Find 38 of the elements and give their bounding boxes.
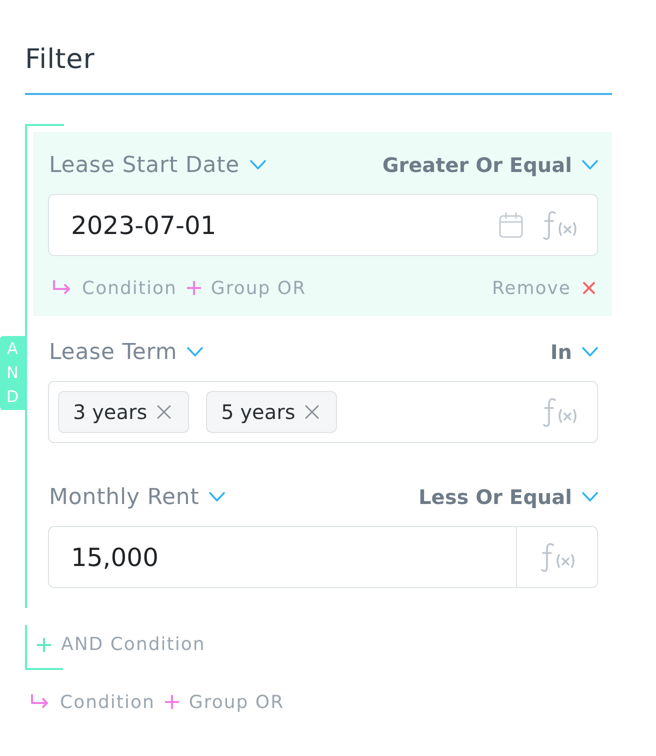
function-icon[interactable] bbox=[541, 210, 577, 240]
function-icon bbox=[539, 542, 575, 572]
chevron-down-icon bbox=[582, 492, 598, 502]
tag-chip: 3 years bbox=[58, 391, 190, 433]
formula-button[interactable] bbox=[516, 527, 597, 587]
chevron-down-icon bbox=[582, 160, 598, 170]
chevron-down-icon bbox=[187, 347, 204, 357]
calendar-icon[interactable] bbox=[499, 212, 523, 238]
chevron-down-icon bbox=[209, 492, 226, 502]
corner-arrow-icon bbox=[30, 694, 50, 710]
remove-button[interactable]: Remove bbox=[492, 278, 595, 298]
chevron-down-icon bbox=[250, 160, 266, 170]
date-field[interactable]: 2023-07-01 bbox=[48, 194, 598, 256]
close-icon[interactable] bbox=[157, 405, 172, 419]
and-badge: AND bbox=[0, 336, 25, 410]
plus-icon bbox=[37, 638, 51, 652]
function-icon[interactable] bbox=[541, 397, 577, 427]
add-group-button[interactable]: Group OR bbox=[186, 278, 306, 298]
filter-title: Filter bbox=[25, 44, 95, 76]
tags-field[interactable]: 3 years 5 years bbox=[48, 381, 598, 443]
operator-select[interactable]: Greater Or Equal bbox=[382, 153, 598, 177]
close-icon bbox=[583, 282, 595, 294]
number-field[interactable]: 15,000 bbox=[48, 526, 598, 588]
add-condition-button[interactable]: Condition bbox=[30, 692, 155, 712]
chevron-down-icon bbox=[582, 347, 598, 357]
plus-icon bbox=[186, 281, 201, 295]
add-and-condition-button[interactable]: AND Condition bbox=[37, 634, 206, 655]
field-select[interactable]: Lease Start Date bbox=[49, 152, 266, 178]
add-group-button[interactable]: Group OR bbox=[164, 692, 284, 712]
tag-chip: 5 years bbox=[206, 391, 338, 433]
operator-select[interactable]: Less Or Equal bbox=[418, 485, 598, 509]
operator-select[interactable]: In bbox=[550, 340, 598, 364]
corner-arrow-icon bbox=[52, 280, 72, 296]
add-condition-button[interactable]: Condition bbox=[52, 278, 177, 298]
field-select[interactable]: Monthly Rent bbox=[49, 484, 226, 510]
plus-icon bbox=[164, 695, 179, 709]
close-icon[interactable] bbox=[305, 405, 320, 419]
field-select[interactable]: Lease Term bbox=[49, 340, 204, 364]
